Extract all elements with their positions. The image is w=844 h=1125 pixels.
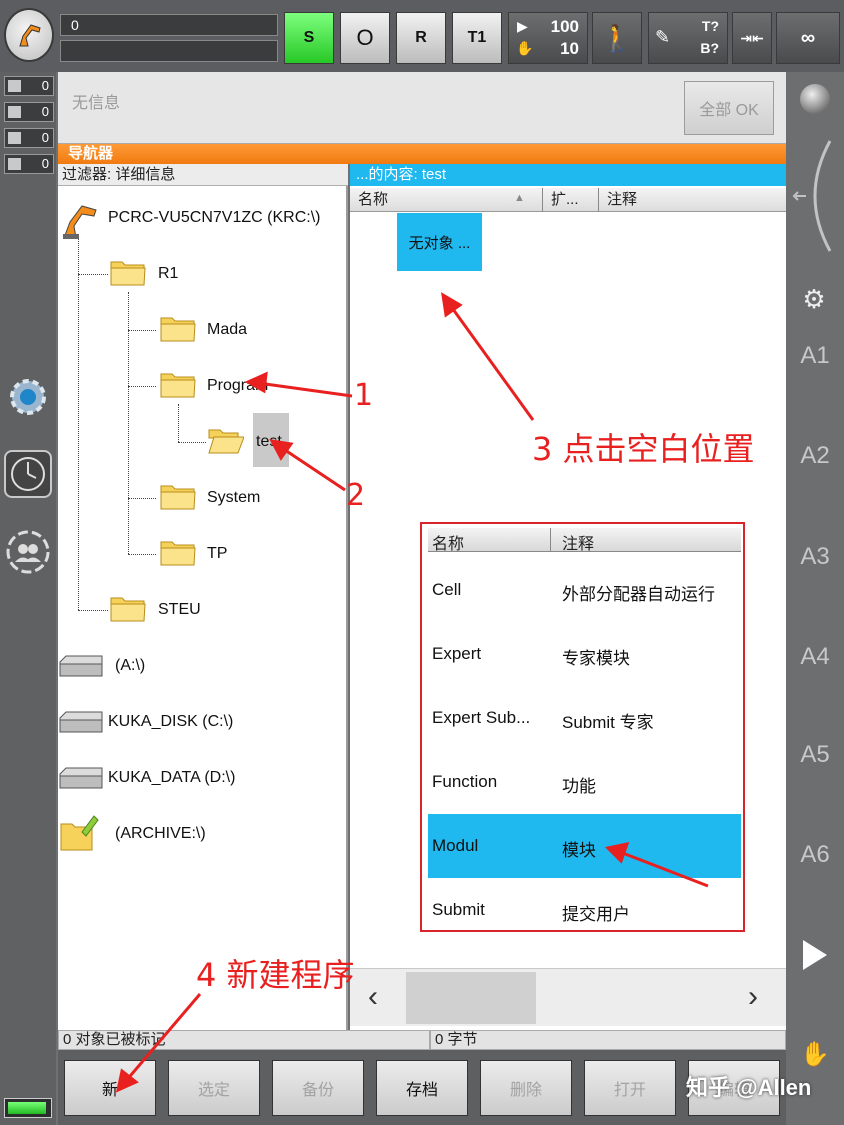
annotation-arrows — [115, 292, 709, 1093]
annotation-step-2: 2 — [346, 478, 366, 513]
annotation-step-4: 4 新建程序 — [196, 956, 355, 994]
watermark-text: 知乎 @Allen — [686, 1075, 812, 1100]
annotation-step-3: 3 点击空白位置 — [532, 430, 755, 468]
annotation-step-1: 1 — [354, 378, 374, 413]
